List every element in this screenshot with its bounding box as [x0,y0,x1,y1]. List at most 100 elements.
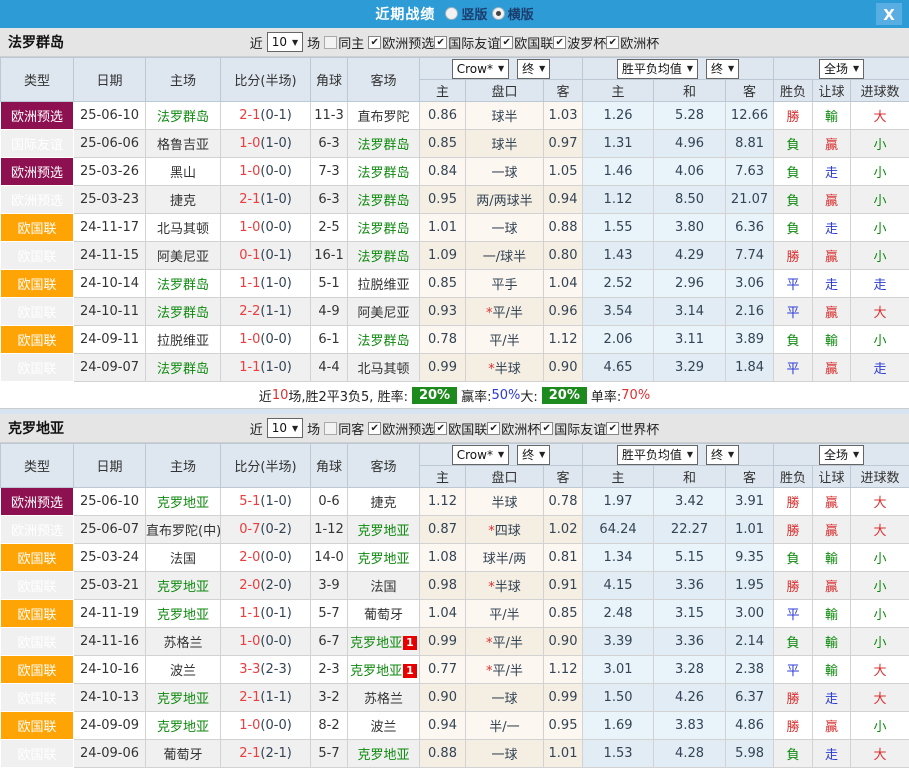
avg-draw: 5.28 [654,102,726,130]
league-filter-checkbox[interactable]: ✔欧洲杯 [487,419,540,438]
league-badge: 欧洲预选 [1,488,74,516]
away-team: 法罗群岛 [348,130,420,158]
avg-select[interactable]: 胜平负均值▼ [617,59,698,79]
handicap: 一/球半 [466,242,544,270]
avg-draw: 3.80 [654,214,726,242]
result-wdl: 負 [774,544,813,572]
match-row: 国际友谊25-06-06格鲁吉亚1-0(1-0)6-3法罗群岛0.85球半0.9… [1,130,909,158]
score: 2-1(1-1) [221,684,311,712]
layout-radio[interactable]: 竖版 [445,4,487,23]
match-date: 24-11-17 [74,214,146,242]
match-date: 24-11-16 [74,628,146,656]
handicap-star: * [488,580,495,595]
recent-count-select[interactable]: 10▼ [267,418,303,438]
result-wdl: 平 [774,270,813,298]
result-handicap: 贏 [813,186,851,214]
scope-select[interactable]: 全场▼ [819,445,864,465]
handicap: 一球 [466,684,544,712]
fulltime-score: 0-7 [239,522,260,537]
odds-home: 0.94 [420,712,466,740]
halftime-score: (0-0) [260,332,291,347]
league-filter-checkbox[interactable]: ✔国际友谊 [540,419,606,438]
league-filter-checkbox[interactable]: ✔欧洲杯 [606,33,659,52]
match-date: 24-09-11 [74,326,146,354]
team-label: 克罗地亚 [157,608,209,623]
result-goals: 小 [851,130,909,158]
chevron-down-icon: ▼ [687,450,693,459]
score: 2-1(1-0) [221,186,311,214]
provider-select[interactable]: Crow*▼ [452,445,509,465]
fulltime-score: 2-1 [239,192,260,207]
result-wdl: 負 [774,130,813,158]
result-handicap: 輸 [813,326,851,354]
odds-away: 0.88 [544,214,583,242]
same-venue-checkbox[interactable]: 同主 [324,33,364,52]
handicap: 半/一 [466,712,544,740]
score: 1-1(1-0) [221,270,311,298]
checkbox-icon: ✔ [487,422,500,435]
result-goals: 小 [851,600,909,628]
match-row: 欧国联24-10-11法罗群岛2-2(1-1)4-9阿美尼亚0.93*平/半0.… [1,298,909,326]
team-label: 波兰 [370,720,396,735]
col-home: 主场 [146,58,221,102]
handicap: *四球 [466,516,544,544]
final-select[interactable]: 终▼ [706,445,739,465]
recent-count-select[interactable]: 10▼ [267,32,303,52]
avg-away: 1.84 [726,354,774,382]
handicap-star: * [486,664,493,679]
league-filter-checkbox[interactable]: ✔国际友谊 [434,33,500,52]
avg-draw: 22.27 [654,516,726,544]
layout-radio-group: 竖版 横版 [445,4,533,24]
home-team: 克罗地亚 [146,684,221,712]
halftime-score: (1-0) [260,494,291,509]
avg-away: 4.86 [726,712,774,740]
summary-text: 大: [520,386,537,405]
avg-select[interactable]: 胜平负均值▼ [617,445,698,465]
away-team: 拉脱维亚 [348,270,420,298]
team-label: 直布罗陀 [357,110,409,125]
odds-away: 1.05 [544,158,583,186]
league-filter-checkbox[interactable]: ✔欧洲预选 [368,33,434,52]
score: 1-1(1-0) [221,354,311,382]
layout-radio[interactable]: 横版 [492,4,534,23]
handicap: 一球 [466,740,544,768]
handicap-star: * [488,524,495,539]
league-filter-checkbox[interactable]: ✔世界杯 [606,419,659,438]
recent-label: 近 [250,419,263,438]
home-team: 克罗地亚 [146,488,221,516]
home-team: 法国 [146,544,221,572]
avg-home: 3.39 [583,628,654,656]
corners: 0-6 [311,488,348,516]
result-goals: 走 [851,270,909,298]
provider-select[interactable]: Crow*▼ [452,59,509,79]
league-filter-checkbox[interactable]: ✔欧洲预选 [368,419,434,438]
fulltime-score: 2-1 [239,746,260,761]
score: 3-3(2-3) [221,656,311,684]
league-filter-checkbox[interactable]: ✔波罗杯 [553,33,606,52]
final-select[interactable]: 终▼ [517,445,550,465]
avg-away: 12.66 [726,102,774,130]
scope-select[interactable]: 全场▼ [819,59,864,79]
corners: 6-1 [311,326,348,354]
avg-draw: 3.36 [654,628,726,656]
final-select[interactable]: 终▼ [517,59,550,79]
league-badge: 欧洲预选 [1,186,74,214]
avg-draw: 3.83 [654,712,726,740]
result-wdl: 勝 [774,242,813,270]
league-filter-checkbox[interactable]: ✔欧国联 [500,33,553,52]
score: 2-1(2-1) [221,740,311,768]
same-venue-checkbox[interactable]: 同客 [324,419,364,438]
league-filter-checkbox[interactable]: ✔欧国联 [434,419,487,438]
checkbox-icon: ✔ [434,36,447,49]
close-button[interactable]: X [876,3,902,25]
chevron-down-icon: ▼ [292,424,298,433]
team-section-faroe: 法罗群岛 近 10▼ 场 同主 ✔欧洲预选✔国际友谊✔欧国联✔波罗杯✔欧洲杯 类… [0,28,909,409]
result-wdl: 平 [774,298,813,326]
match-date: 25-03-23 [74,186,146,214]
final-select[interactable]: 终▼ [706,59,739,79]
odds-home: 1.12 [420,488,466,516]
filter-row: 克罗地亚 近 10▼ 场 同客 ✔欧洲预选✔欧国联✔欧洲杯✔国际友谊✔世界杯 [0,414,909,443]
result-handicap: 輸 [813,656,851,684]
fulltime-score: 2-1 [239,108,260,123]
match-date: 25-06-06 [74,130,146,158]
